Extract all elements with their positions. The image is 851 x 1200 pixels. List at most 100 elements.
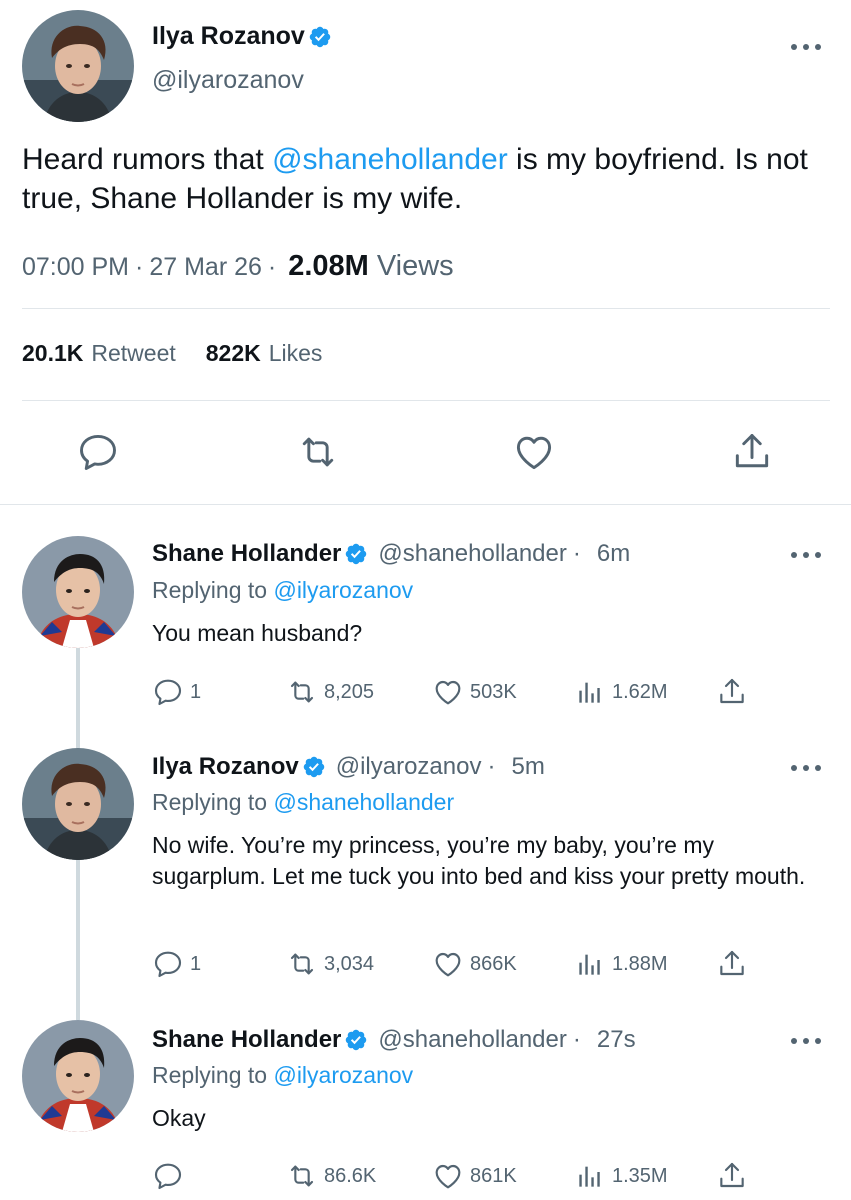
author-name-row: Ilya Rozanov xyxy=(152,22,332,51)
views-button[interactable]: 1.88M xyxy=(574,948,668,980)
retweet-icon xyxy=(286,676,318,708)
more-options-icon[interactable] xyxy=(791,550,821,560)
share-icon xyxy=(716,1160,748,1192)
retweet-button[interactable]: 86.6K xyxy=(286,1160,376,1192)
more-options-icon[interactable] xyxy=(791,763,821,773)
author-handle[interactable]: @shanehollander xyxy=(378,540,567,568)
retweet-count: 8,205 xyxy=(324,680,375,703)
reply-button[interactable]: 1 xyxy=(152,676,201,708)
meta-separator: · xyxy=(572,1026,581,1053)
like-icon xyxy=(432,948,464,980)
tweet-stats: 20.1K Retweet 822K Likes xyxy=(22,340,352,367)
like-icon xyxy=(512,430,556,474)
views-button[interactable]: 1.35M xyxy=(574,1160,668,1192)
replying-to: Replying to @ilyarozanov xyxy=(152,577,413,604)
author-handle[interactable]: @ilyarozanov xyxy=(152,66,304,95)
author-name[interactable]: Shane Hollander xyxy=(152,540,341,568)
meta-separator: · xyxy=(572,540,581,567)
avatar[interactable] xyxy=(22,1020,134,1132)
retweet-icon xyxy=(296,430,340,474)
like-count: 503K xyxy=(470,680,517,703)
author-name[interactable]: Ilya Rozanov xyxy=(152,753,299,781)
avatar[interactable] xyxy=(22,536,134,648)
reply-button[interactable] xyxy=(74,428,122,476)
replying-label: Replying to xyxy=(152,1062,268,1088)
verified-badge-icon xyxy=(308,25,332,49)
likes-stat[interactable]: 822K Likes xyxy=(206,340,323,367)
like-button[interactable]: 503K xyxy=(432,676,517,708)
tweet-meta: 07:00 PM · 27 Mar 26 · 2.08M Views xyxy=(22,250,454,283)
reply-text: Okay xyxy=(152,1105,206,1131)
share-button[interactable] xyxy=(728,428,776,476)
reply-header: Shane Hollander @shanehollander · 6m xyxy=(152,540,630,568)
author-name[interactable]: Shane Hollander xyxy=(152,1026,341,1054)
share-icon xyxy=(716,676,748,708)
tweet-time[interactable]: 07:00 PM xyxy=(22,253,129,282)
like-button[interactable]: 861K xyxy=(432,1160,517,1192)
verified-badge-icon xyxy=(344,1028,368,1052)
avatar[interactable] xyxy=(22,748,134,860)
tweet-text-start: Heard rumors that xyxy=(22,143,273,176)
avatar-image xyxy=(22,10,134,122)
share-button[interactable] xyxy=(716,1160,754,1192)
views-icon xyxy=(574,676,606,708)
reply-actions: 86.6K 861K 1.35M xyxy=(152,1160,752,1196)
retweet-icon xyxy=(286,948,318,980)
more-options-icon[interactable] xyxy=(791,42,821,52)
author-handle[interactable]: @ilyarozanov xyxy=(336,753,482,781)
retweet-stat[interactable]: 20.1K Retweet xyxy=(22,340,176,367)
meta-separator: · xyxy=(135,253,144,281)
reply-button[interactable] xyxy=(152,1160,190,1192)
reply-header: Ilya Rozanov @ilyarozanov · 5m xyxy=(152,753,545,781)
tweet-date[interactable]: 27 Mar 26 xyxy=(149,253,262,282)
views-button[interactable]: 1.62M xyxy=(574,676,668,708)
retweet-button[interactable]: 3,034 xyxy=(286,948,374,980)
reply-actions: 1 3,034 866K 1.88M xyxy=(152,948,752,984)
views-label: Views xyxy=(376,250,454,282)
like-count: 861K xyxy=(470,1164,517,1187)
like-button[interactable]: 866K xyxy=(432,948,517,980)
reply-time[interactable]: 6m xyxy=(597,540,630,568)
view-count: 1.35M xyxy=(612,1164,668,1187)
mention-link[interactable]: @shanehollander xyxy=(272,143,508,176)
avatar-image xyxy=(22,748,134,860)
reply-icon xyxy=(152,676,184,708)
divider xyxy=(22,308,830,309)
more-options-icon[interactable] xyxy=(791,1036,821,1046)
retweet-count: 86.6K xyxy=(324,1164,377,1187)
retweet-icon xyxy=(286,1160,318,1192)
tweet-text: Heard rumors that @shanehollander is my … xyxy=(22,140,832,218)
reply-time[interactable]: 5m xyxy=(511,753,544,781)
like-icon xyxy=(432,676,464,708)
author-name[interactable]: Ilya Rozanov xyxy=(152,22,305,51)
verified-badge-icon xyxy=(344,542,368,566)
replying-mention[interactable]: @ilyarozanov xyxy=(273,1062,413,1088)
like-button[interactable] xyxy=(510,428,558,476)
likes-count: 822K xyxy=(205,340,261,366)
views-count: 2.08M xyxy=(288,250,369,282)
retweet-label: Retweet xyxy=(91,340,176,366)
author-handle[interactable]: @shanehollander xyxy=(378,1026,567,1054)
divider xyxy=(22,400,830,401)
like-count: 866K xyxy=(470,952,517,975)
share-button[interactable] xyxy=(716,948,754,980)
replying-mention[interactable]: @shanehollander xyxy=(273,789,454,815)
retweet-button[interactable] xyxy=(294,428,342,476)
views-icon xyxy=(574,948,606,980)
reply-text: You mean husband? xyxy=(152,620,363,646)
avatar[interactable] xyxy=(22,10,134,122)
views-icon xyxy=(574,1160,606,1192)
retweet-button[interactable]: 8,205 xyxy=(286,676,374,708)
divider xyxy=(0,504,851,505)
reply-icon xyxy=(152,948,184,980)
share-button[interactable] xyxy=(716,676,754,708)
replying-mention[interactable]: @ilyarozanov xyxy=(273,577,413,603)
meta-separator: · xyxy=(267,253,277,281)
replying-to: Replying to @ilyarozanov xyxy=(152,1062,413,1089)
reply-actions: 1 8,205 503K 1.62M xyxy=(152,676,752,712)
reply-count: 1 xyxy=(190,952,202,975)
like-icon xyxy=(432,1160,464,1192)
reply-time[interactable]: 27s xyxy=(597,1026,636,1054)
reply-icon xyxy=(152,1160,184,1192)
reply-button[interactable]: 1 xyxy=(152,948,201,980)
